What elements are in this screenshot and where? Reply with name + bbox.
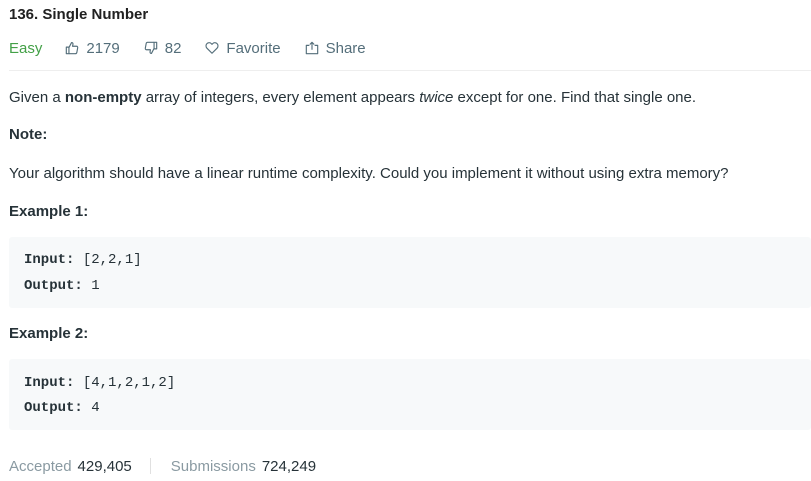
- accepted-label: Accepted: [9, 457, 72, 475]
- header-divider: [9, 70, 811, 71]
- statement-text: except for one. Find that single one.: [453, 89, 697, 106]
- statement-italic: twice: [419, 89, 454, 106]
- note-text: Your algorithm should have a linear runt…: [9, 165, 729, 182]
- input-label: Input:: [24, 252, 75, 268]
- input-value: [4,1,2,1,2]: [74, 375, 176, 391]
- share-label: Share: [325, 39, 366, 57]
- thumbs-up-icon: [66, 42, 79, 55]
- favorite-button[interactable]: Favorite: [205, 39, 281, 57]
- input-label: Input:: [24, 375, 75, 391]
- output-label: Output:: [24, 400, 83, 416]
- favorite-label: Favorite: [226, 39, 281, 57]
- example-1-output: Output: 1: [24, 277, 100, 295]
- input-value: [2,2,1]: [74, 252, 142, 268]
- example-2-block: Input: [4,1,2,1,2] Output: 4: [9, 359, 811, 430]
- submissions-count: 724,249: [261, 457, 317, 475]
- example-1-block: Input: [2,2,1] Output: 1: [9, 237, 811, 308]
- share-button[interactable]: Share: [305, 40, 366, 57]
- example-2-input: Input: [4,1,2,1,2]: [24, 374, 175, 392]
- example-2-output: Output: 4: [24, 399, 100, 417]
- example-1-input: Input: [2,2,1]: [24, 251, 142, 269]
- problem-title: 136. Single Number: [9, 6, 149, 23]
- statement-text: Given a: [9, 89, 65, 106]
- example-2-heading: Example 2:: [9, 325, 89, 342]
- thumbs-down-icon: [144, 41, 157, 54]
- dislikes-count: 82: [164, 39, 182, 57]
- output-value: 4: [82, 400, 100, 416]
- statement-text: array of integers, every element appears: [141, 89, 420, 106]
- likes-count: 2179: [86, 39, 120, 57]
- output-label: Output:: [24, 278, 83, 294]
- submission-stats: Accepted 429,405 Submissions 724,249: [9, 456, 316, 476]
- share-icon: [305, 41, 318, 55]
- heart-icon: [205, 42, 219, 54]
- note-heading: Note:: [9, 126, 48, 143]
- like-button[interactable]: 2179: [65, 39, 120, 57]
- accepted-count: 429,405: [77, 457, 132, 475]
- submissions-label: Submissions: [170, 457, 256, 475]
- output-value: 1: [82, 278, 100, 294]
- problem-meta-bar: Easy 2179 82 Favorite Share: [9, 37, 390, 59]
- problem-statement: Given a non-empty array of integers, eve…: [9, 88, 696, 108]
- stats-divider: [149, 458, 151, 474]
- difficulty-badge: Easy: [9, 39, 43, 57]
- statement-emphasis: non-empty: [64, 89, 142, 106]
- example-1-heading: Example 1:: [9, 203, 89, 220]
- dislike-button[interactable]: 82: [144, 39, 182, 57]
